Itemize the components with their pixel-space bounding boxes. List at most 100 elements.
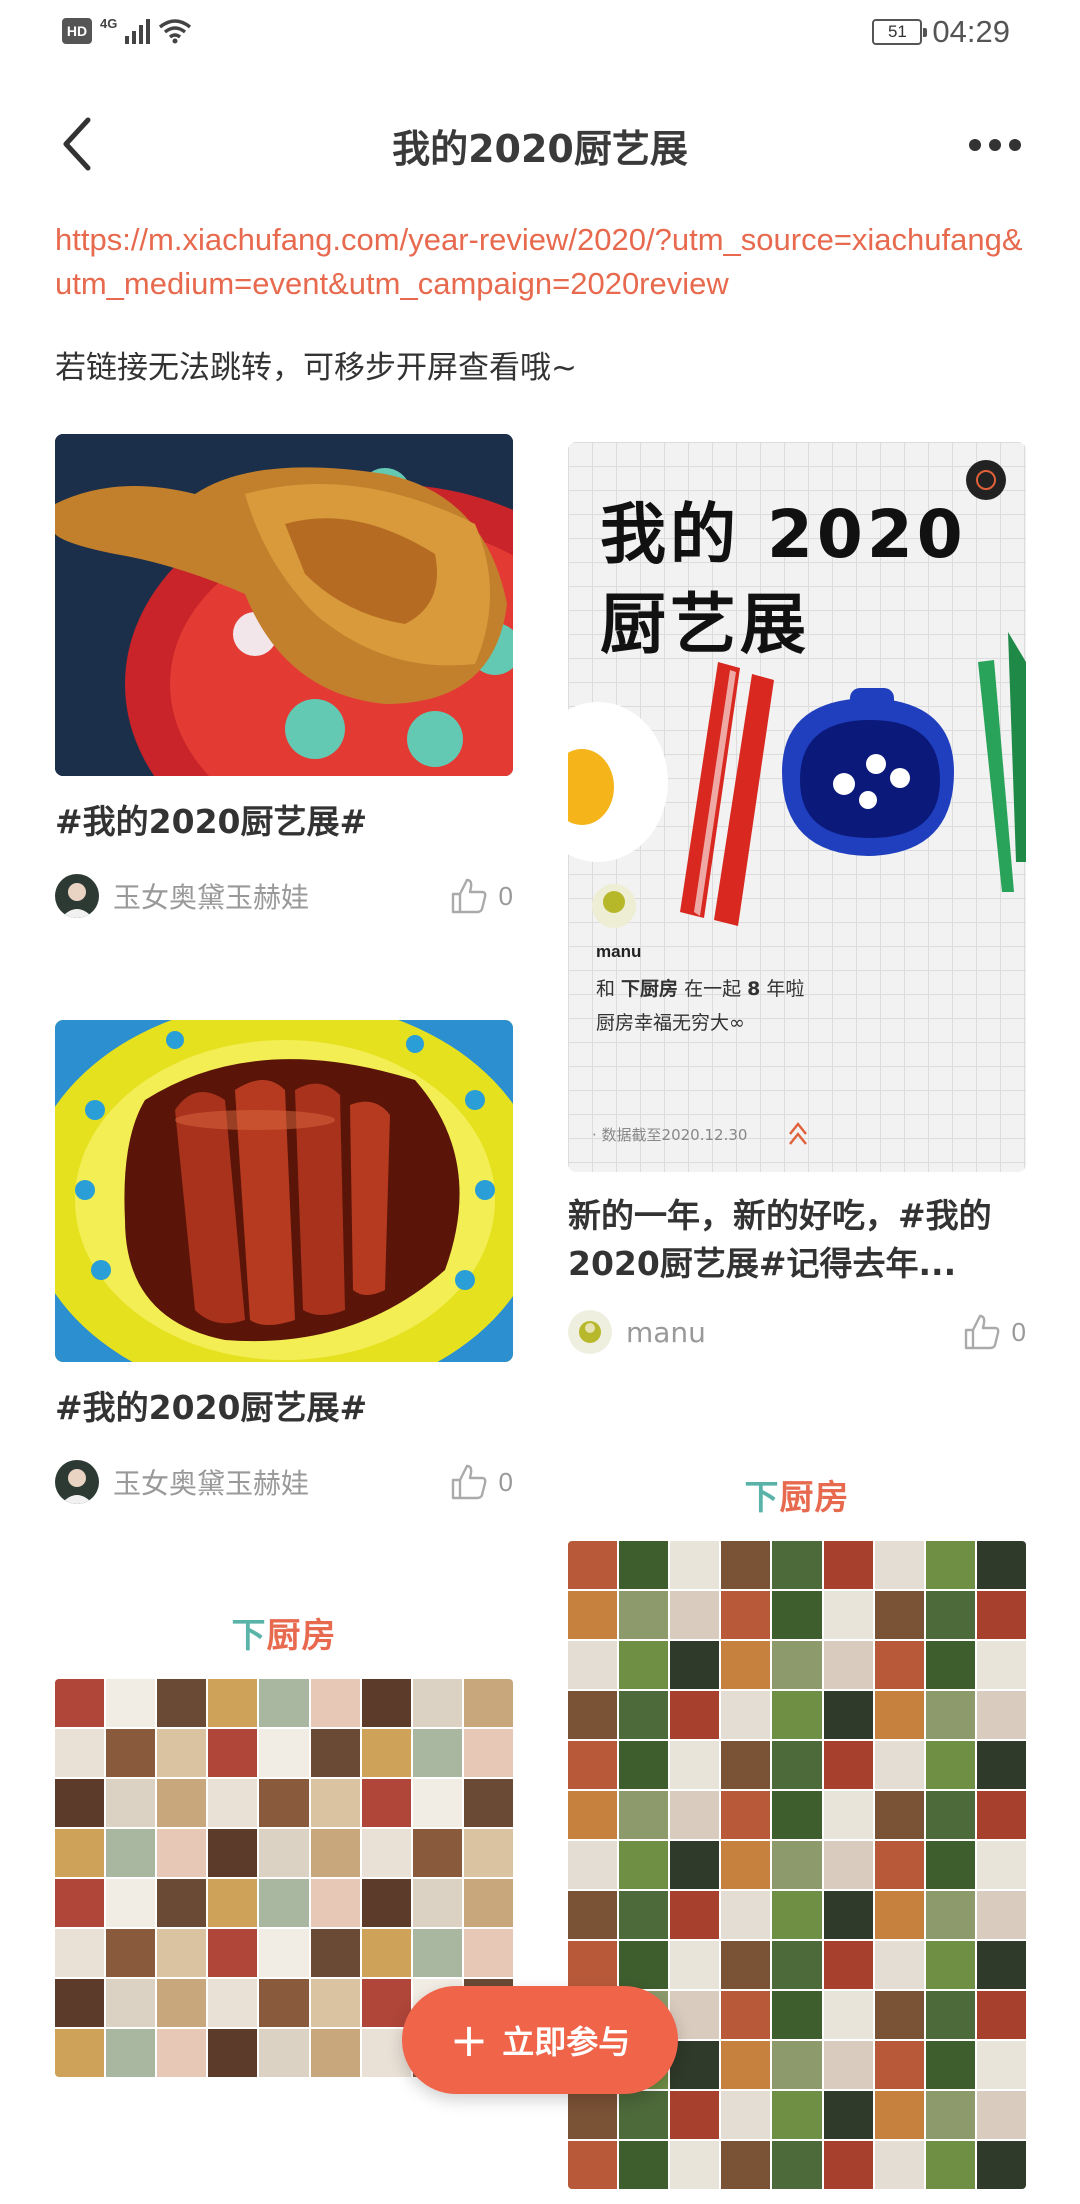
post-card[interactable]: #我的2020厨艺展# 玉女奥黛玉赫娃 0 [55,1020,513,1506]
mosaic-tile [568,2141,618,2189]
mosaic-tile [874,1791,924,1839]
mosaic-tile [721,1591,771,1639]
mosaic-tile [874,2041,924,2089]
mosaic-tile [925,1991,975,2039]
mosaic-tile [310,1979,360,2027]
network-type: 4G [100,15,118,31]
mosaic-tile [55,1829,105,1877]
mosaic-tile [670,1641,720,1689]
author-name[interactable]: manu [626,1316,706,1349]
author-name[interactable]: 玉女奥黛玉赫娃 [113,876,309,916]
mosaic-tile [106,1879,156,1927]
mosaic-tile [976,2041,1026,2089]
avatar[interactable] [568,1310,612,1354]
mosaic-tile [670,2041,720,2089]
mosaic-tile [619,2091,669,2139]
post-image[interactable]: 我的 2020 厨艺展 manu 和 下厨房 在一起 8 年啦 厨房幸福无穷大∞… [568,442,1026,1172]
post-card[interactable]: #我的2020厨艺展# 玉女奥黛玉赫娃 0 [55,434,513,920]
post-image[interactable] [55,434,513,776]
mosaic-tile [670,1891,720,1939]
mosaic-tile [157,1679,207,1727]
mosaic-tile [157,1729,207,1777]
mosaic-tile [157,1979,207,2027]
mosaic-tile [874,1941,924,1989]
mosaic-tile [925,2041,975,2089]
mosaic-tile [568,1891,618,1939]
mosaic-tile [619,2141,669,2189]
mosaic-tile [619,1891,669,1939]
mosaic-tile [823,1991,873,2039]
mosaic-tile [772,1641,822,1689]
mosaic-tile [874,1741,924,1789]
mosaic-tile [772,1841,822,1889]
mosaic-tile [874,2091,924,2139]
mosaic-tile [106,1929,156,1977]
avatar[interactable] [55,1460,99,1504]
mosaic-tile [412,1879,462,1927]
poster-user: manu [596,942,642,961]
like-button[interactable]: 0 [449,876,513,916]
mosaic-tile [721,1691,771,1739]
mosaic-tile [157,1879,207,1927]
mosaic-tile [976,1991,1026,2039]
like-button[interactable]: 0 [962,1312,1026,1352]
mosaic-tile [463,1879,513,1927]
like-count: 0 [498,880,513,911]
mosaic-tile [721,1791,771,1839]
mosaic-tile [772,1741,822,1789]
mosaic-tile [463,1779,513,1827]
post-title: 新的一年，新的好吃，#我的2020厨艺展#记得去年... [568,1196,992,1283]
mosaic-tile [721,1541,771,1589]
mosaic-tile [55,1979,105,2027]
post-image[interactable] [55,1020,513,1362]
mosaic-tile [619,1791,669,1839]
mosaic-tile [106,1679,156,1727]
mosaic-tile [463,1829,513,1877]
mosaic-tile [463,1679,513,1727]
mosaic-tile [106,1829,156,1877]
mosaic-tile [721,1991,771,2039]
mosaic-tile [670,1991,720,2039]
mosaic-tile [55,1729,105,1777]
mosaic-tile [925,1791,975,1839]
mosaic-tile [772,1591,822,1639]
post-meta: 玉女奥黛玉赫娃 0 [55,872,513,920]
mosaic-tile [259,1879,309,1927]
mosaic-tile [412,1829,462,1877]
more-options-icon[interactable] [960,120,1030,170]
mosaic-tile [925,1941,975,1989]
mosaic-tile [208,1679,258,1727]
mosaic-tile [976,1891,1026,1939]
mosaic-tile [55,1679,105,1727]
brand-logo: 下厨房 [744,1478,850,1518]
mosaic-tile [619,1741,669,1789]
poster-date: · 数据截至2020.12.30 [592,1126,748,1144]
wifi-icon [159,19,192,44]
mosaic-tile [619,1591,669,1639]
mosaic-tile [670,1791,720,1839]
mosaic-tile [463,1729,513,1777]
mosaic-tile [721,2141,771,2189]
author-name[interactable]: 玉女奥黛玉赫娃 [113,1462,309,1502]
mosaic-tile [823,1541,873,1589]
mosaic-tile [259,2029,309,2077]
mosaic-tile [157,1929,207,1977]
like-button[interactable]: 0 [449,1462,513,1502]
mosaic-tile [670,2141,720,2189]
brand-logo: 下厨房 [231,1616,337,1656]
join-now-button[interactable]: + 立即参与 [402,1986,678,2094]
mosaic-tile [772,2091,822,2139]
poster-line: 厨房幸福无穷大∞ [596,1012,745,1034]
post-card[interactable]: 我的 2020 厨艺展 manu 和 下厨房 在一起 8 年啦 厨房幸福无穷大∞… [568,442,1026,1356]
mosaic-tile [874,1591,924,1639]
status-time: 04:29 [932,14,1010,49]
mosaic-tile [670,1691,720,1739]
mosaic-tile [670,1541,720,1589]
mosaic-tile [721,1741,771,1789]
mosaic-tile [157,1779,207,1827]
mosaic-tile [721,2041,771,2089]
review-link[interactable]: https://m.xiachufang.com/year-review/202… [55,218,1035,306]
avatar[interactable] [55,874,99,918]
mosaic-tile [208,1979,258,2027]
mosaic-tile [55,2029,105,2077]
